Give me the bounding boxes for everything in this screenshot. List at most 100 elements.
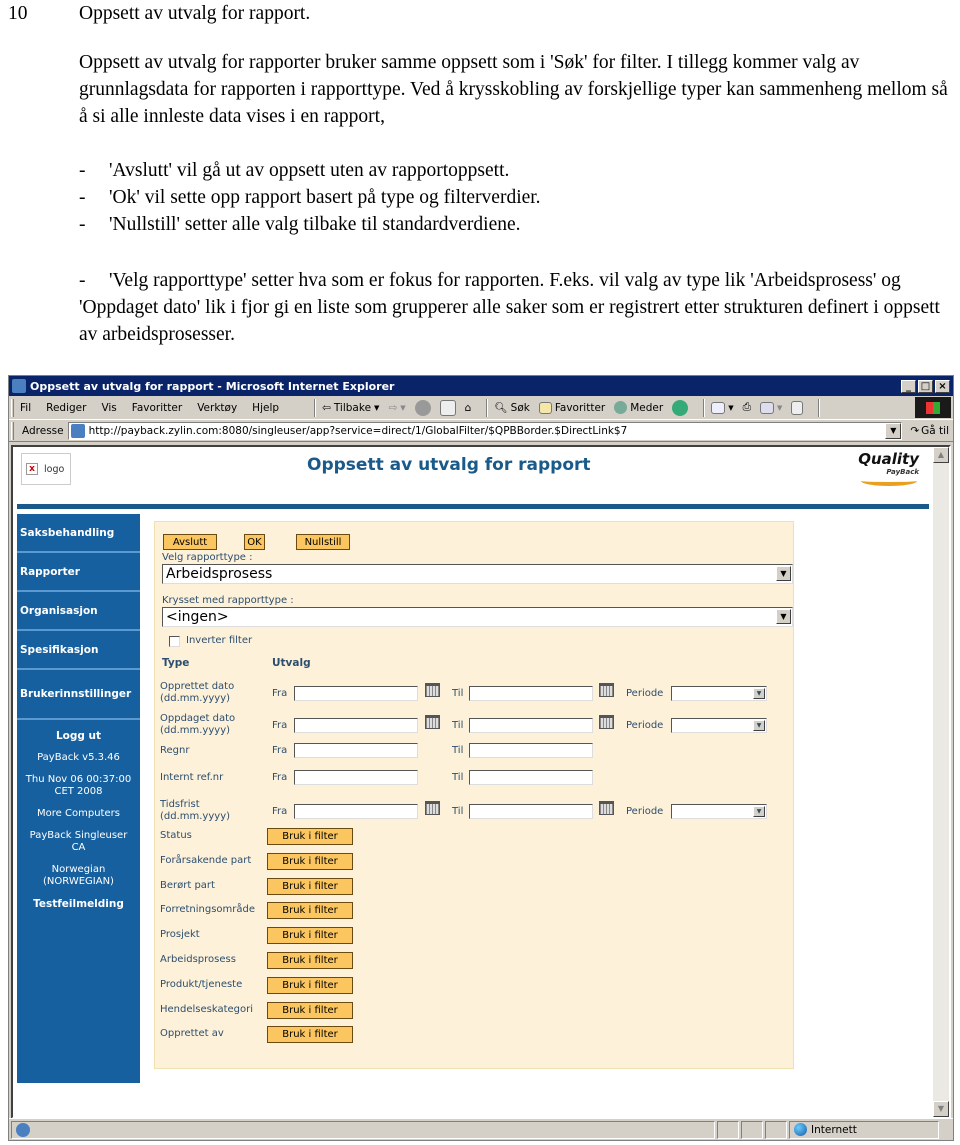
media-button[interactable]: Meder: [614, 401, 663, 414]
use-in-filter-button[interactable]: Bruk i filter: [267, 927, 353, 945]
scroll-up-icon[interactable]: ▲: [933, 447, 949, 463]
calendar-icon[interactable]: [599, 683, 614, 697]
forward-button[interactable]: ⇨ ▼: [388, 402, 405, 414]
to-input[interactable]: [469, 718, 593, 733]
broken-image-icon: x: [26, 463, 38, 475]
search-icon: 🔍︎: [494, 402, 508, 414]
to-input[interactable]: [469, 686, 593, 701]
from-label: Fra: [272, 688, 288, 699]
favorites-button[interactable]: Favoritter: [538, 401, 605, 414]
logout-link[interactable]: Logg ut: [17, 730, 140, 742]
period-label: Periode: [626, 688, 664, 699]
minimize-button[interactable]: _: [901, 379, 916, 393]
chevron-down-icon: ▼: [753, 688, 765, 699]
edit-icon: [760, 401, 774, 414]
to-label: Til: [452, 688, 464, 699]
use-in-filter-button[interactable]: Bruk i filter: [267, 952, 353, 969]
maximize-button[interactable]: □: [918, 379, 933, 393]
version-text: PayBack v5.3.46: [37, 752, 120, 763]
home-button[interactable]: ⌂: [465, 402, 472, 414]
discuss-button[interactable]: [791, 400, 804, 415]
chevron-down-icon: ▼: [728, 403, 734, 412]
from-label: Fra: [272, 806, 288, 817]
to-input[interactable]: [469, 804, 593, 819]
menu-tools[interactable]: Verktøy: [197, 402, 237, 414]
reset-button[interactable]: Nullstill: [296, 534, 350, 550]
sidebar-item-specification[interactable]: Spesifikasjon: [17, 631, 140, 670]
go-button[interactable]: ↷ Gå til: [910, 425, 949, 437]
bullet-list: - 'Avslutt' vil gå ut av oppsett uten av …: [79, 157, 959, 238]
chevron-down-icon: ▼: [776, 566, 791, 581]
calendar-icon[interactable]: [425, 715, 440, 729]
home-icon: ⌂: [464, 401, 472, 414]
chevron-down-icon: ▼: [777, 403, 783, 412]
history-button[interactable]: [672, 399, 689, 416]
close-button[interactable]: ×: [935, 379, 950, 393]
sidebar-item-user-settings[interactable]: Brukerinnstillinger: [17, 670, 140, 720]
calendar-icon[interactable]: [425, 683, 440, 697]
history-icon: [672, 399, 689, 416]
to-label: Til: [452, 772, 464, 783]
invert-filter-label: Inverter filter: [186, 635, 253, 646]
cross-type-select[interactable]: <ingen> ▼: [162, 607, 793, 627]
to-input[interactable]: [469, 770, 593, 785]
discuss-icon: [791, 400, 804, 415]
chevron-down-icon: ▼: [400, 403, 406, 412]
sidebar-item-organisation[interactable]: Organisasjon: [17, 592, 140, 631]
sidebar-item-reports[interactable]: Rapporter: [17, 553, 140, 592]
menu-file[interactable]: Fil: [20, 402, 31, 414]
to-input[interactable]: [469, 743, 593, 758]
sidebar-item-case-handling[interactable]: Saksbehandling: [17, 514, 140, 553]
print-button[interactable]: ⎙: [743, 401, 751, 414]
scroll-down-icon[interactable]: ▼: [933, 1101, 949, 1117]
mail-button[interactable]: ▼: [711, 401, 734, 414]
invert-filter-checkbox[interactable]: [169, 636, 180, 647]
use-in-filter-button[interactable]: Bruk i filter: [267, 976, 353, 994]
period-select[interactable]: ▼: [671, 718, 767, 733]
ok-button[interactable]: OK: [244, 534, 265, 550]
address-dropdown-button[interactable]: ▼: [885, 422, 902, 439]
filter-row-label: Forretningsområde: [160, 904, 256, 916]
edit-button[interactable]: ▼: [760, 401, 783, 414]
from-label: Fra: [272, 745, 288, 756]
page-loaded-icon: [16, 1122, 30, 1137]
windows-logo-icon: [915, 397, 951, 418]
menu-edit[interactable]: Rediger: [46, 402, 86, 414]
calendar-icon[interactable]: [599, 801, 614, 815]
use-in-filter-button[interactable]: Bruk i filter: [267, 1026, 353, 1044]
from-input[interactable]: [294, 804, 418, 819]
report-type-paragraph: - 'Velg rapporttype' setter hva som er fo…: [79, 270, 940, 345]
filter-row-label: Berørt part: [160, 879, 215, 891]
from-input[interactable]: [294, 770, 418, 785]
section-heading: Oppsett av utvalg for rapport.: [79, 3, 311, 24]
period-select[interactable]: ▼: [671, 804, 767, 819]
use-in-filter-button[interactable]: Bruk i filter: [267, 852, 353, 870]
from-input[interactable]: [294, 686, 418, 701]
use-in-filter-button[interactable]: Bruk i filter: [267, 877, 353, 895]
calendar-icon[interactable]: [599, 715, 614, 729]
address-input[interactable]: http://payback.zylin.com:8080/singleuser…: [67, 421, 903, 440]
menu-view[interactable]: Vis: [101, 402, 116, 414]
use-in-filter-button[interactable]: Bruk i filter: [267, 1001, 353, 1019]
from-input[interactable]: [294, 718, 418, 733]
back-button[interactable]: ⇦ Tilbake ▼: [322, 402, 379, 414]
from-label: Fra: [272, 720, 288, 731]
search-button[interactable]: 🔍︎ Søk: [494, 401, 530, 415]
from-input[interactable]: [294, 743, 418, 758]
calendar-icon[interactable]: [425, 801, 440, 815]
test-error-link[interactable]: Testfeilmelding: [17, 898, 140, 910]
use-in-filter-button[interactable]: Bruk i filter: [267, 828, 353, 845]
menu-help[interactable]: Hjelp: [252, 402, 279, 414]
vertical-scrollbar[interactable]: ▲ ▼: [933, 447, 949, 1117]
stop-button[interactable]: [414, 399, 431, 416]
use-in-filter-button[interactable]: Bruk i filter: [267, 902, 353, 920]
datetime-text: Thu Nov 06 00:37:00 CET 2008: [25, 774, 132, 797]
cancel-button[interactable]: Avslutt: [163, 534, 217, 550]
section-number: 10: [8, 3, 28, 24]
refresh-button[interactable]: [439, 399, 456, 416]
sidebar: Saksbehandling Rapporter Organisasjon Sp…: [17, 514, 140, 1083]
page-icon: [70, 423, 85, 438]
period-select[interactable]: ▼: [671, 686, 767, 701]
report-type-select[interactable]: Arbeidsprosess ▼: [162, 564, 793, 584]
menu-favorites[interactable]: Favoritter: [132, 402, 182, 414]
